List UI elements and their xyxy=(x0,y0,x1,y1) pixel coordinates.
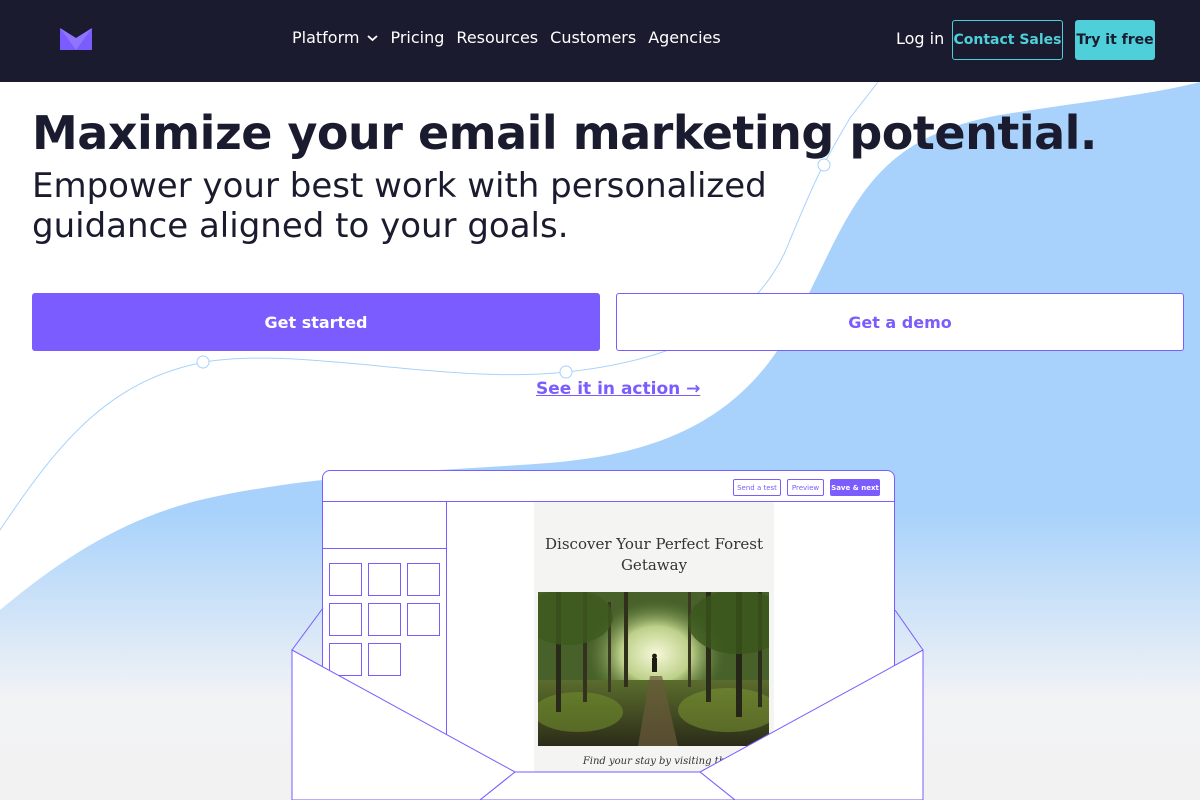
block-tile[interactable] xyxy=(368,643,401,676)
nav-platform-label: Platform xyxy=(292,28,360,47)
sidebar-header xyxy=(323,502,446,549)
get-started-button[interactable]: Get started xyxy=(32,293,600,351)
block-tile[interactable] xyxy=(329,603,362,636)
nav-links: Platform Pricing Resources Customers Age… xyxy=(292,28,721,47)
decor-dot xyxy=(817,158,831,172)
editor-toolbar: Send a test Preview Save & next xyxy=(323,471,894,502)
try-free-button[interactable]: Try it free xyxy=(1075,20,1155,60)
email-cta-button[interactable]: CLICK HERE xyxy=(623,777,683,787)
decor-dot xyxy=(559,365,573,379)
block-tile[interactable] xyxy=(329,643,362,676)
see-in-action-link[interactable]: See it in action → xyxy=(536,379,700,399)
block-tile[interactable] xyxy=(368,563,401,596)
email-caption: Find your stay by visiting th xyxy=(582,756,726,767)
block-tile[interactable] xyxy=(407,603,440,636)
chevron-down-icon xyxy=(367,34,379,41)
nav-pricing[interactable]: Pricing xyxy=(390,28,444,47)
block-tile[interactable] xyxy=(407,563,440,596)
top-navigation: Platform Pricing Resources Customers Age… xyxy=(0,0,1200,82)
nav-platform[interactable]: Platform xyxy=(292,28,379,47)
send-test-button[interactable]: Send a test xyxy=(733,479,781,496)
block-tile[interactable] xyxy=(329,563,362,596)
nav-agencies[interactable]: Agencies xyxy=(648,28,721,47)
hero-subtitle: Empower your best work with personalized… xyxy=(32,166,767,246)
email-headline: Discover Your Perfect Forest Getaway xyxy=(545,535,763,574)
contact-sales-button[interactable]: Contact Sales xyxy=(952,20,1063,60)
logo-icon[interactable] xyxy=(60,28,92,50)
nav-resources[interactable]: Resources xyxy=(456,28,538,47)
preview-button[interactable]: Preview xyxy=(787,479,824,496)
nav-customers[interactable]: Customers xyxy=(550,28,636,47)
hero-title: Maximize your email marketing potential. xyxy=(32,106,1097,160)
decor-dot xyxy=(196,355,210,369)
save-next-button[interactable]: Save & next xyxy=(830,479,880,496)
forest-photo xyxy=(538,592,769,746)
editor-sidebar xyxy=(323,502,447,800)
login-link[interactable]: Log in xyxy=(896,29,944,48)
get-demo-button[interactable]: Get a demo xyxy=(616,293,1184,351)
email-preview: Discover Your Perfect Forest Getaway Fin… xyxy=(534,502,774,800)
block-tile[interactable] xyxy=(368,603,401,636)
